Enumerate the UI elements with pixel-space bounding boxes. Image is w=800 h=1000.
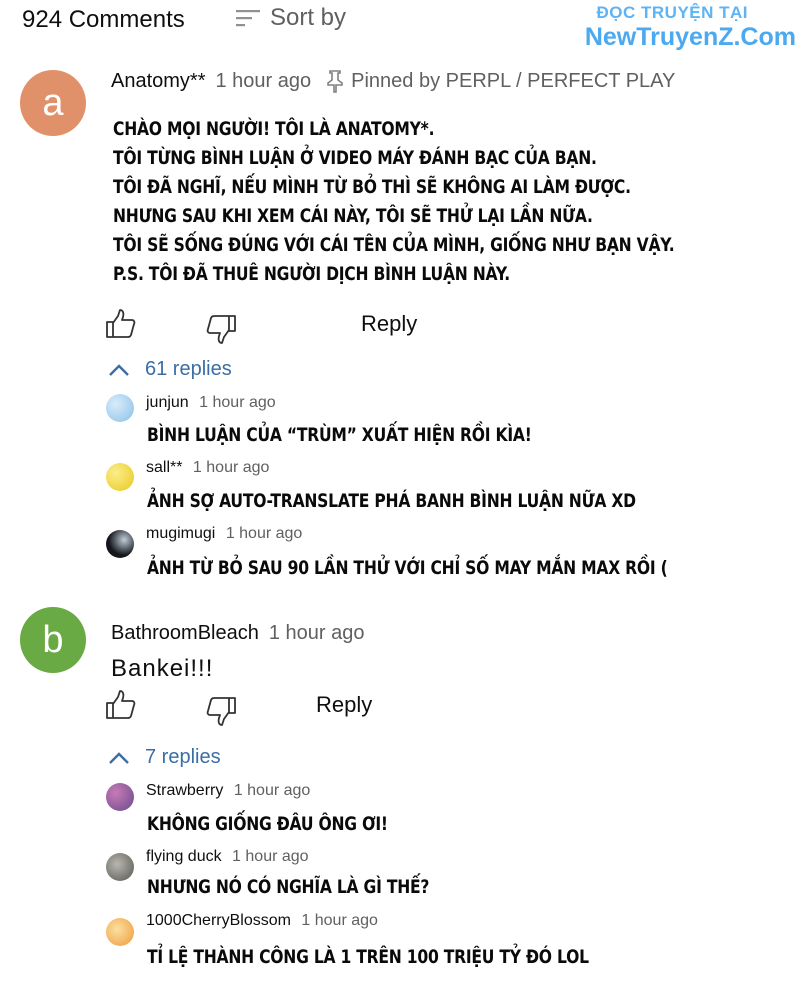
replies-toggle[interactable]: 61 replies [107,358,232,381]
replies-count: 7 replies [145,746,221,768]
thumbs-down-icon [206,315,236,344]
reply-button[interactable]: Reply [361,311,417,337]
reply-meta: flying duck 1 hour ago [146,848,309,866]
dislike-button[interactable] [205,313,237,345]
reply-text: Bình luận của “trùm” xuất hiện rồi kìa! [147,424,532,446]
comment-line: Nhưng sau khi xem cái này, tôi sẽ thử lạ… [113,205,593,227]
reply-author[interactable]: mugimugi [146,525,215,542]
comments-count: 924 Comments [22,6,185,33]
thumbs-up-icon [106,309,136,338]
reply-author[interactable]: junjun [146,394,189,411]
reply-text: Không giống đâu ông ơi! [147,813,388,835]
reply-meta: Strawberry 1 hour ago [146,782,310,800]
reply-time: 1 hour ago [301,912,378,929]
comment-line: P.S. Tôi đã thuê người dịch bình luận nà… [113,263,510,285]
site-watermark: ĐỌC TRUYỆN TẠI NewTruyenZ.Com [585,4,796,50]
chevron-up-icon [109,363,129,376]
reply-text: Tỉ lệ thành công là 1 trên 100 triệu tỷ … [147,946,589,968]
replies-count: 61 replies [145,358,232,380]
avatar[interactable]: a [20,70,86,136]
pinned-label: Pinned by PERPL / PERFECT PLAY [351,69,676,92]
avatar[interactable]: b [20,607,86,673]
comment-meta: Anatomy** 1 hour ago Pinned by PERPL / P… [111,69,675,93]
replies-toggle[interactable]: 7 replies [107,746,221,769]
avatar-letter: b [42,618,64,661]
reply-text: Ảnh từ bỏ sau 90 lần thử với chỉ số may … [147,557,668,579]
comment-line: Tôi sẽ sống đúng với cái tên của mình, g… [113,234,675,256]
comment-time: 1 hour ago [215,69,312,92]
reply-button[interactable]: Reply [316,692,372,718]
reply-meta: mugimugi 1 hour ago [146,525,302,543]
avatar-letter: a [42,81,64,124]
reply-author[interactable]: 1000CherryBlossom [146,912,291,929]
comment-author[interactable]: Anatomy** [111,70,206,93]
like-button[interactable] [105,308,137,340]
avatar[interactable] [106,783,134,811]
avatar[interactable] [106,853,134,881]
reply-time: 1 hour ago [233,782,311,799]
reply-time: 1 hour ago [232,848,309,865]
sort-icon [236,10,260,27]
reply-author[interactable]: sall** [146,459,182,476]
reply-meta: 1000CherryBlossom 1 hour ago [146,912,378,930]
comment-line: Tôi từng bình luận ở video máy đánh bạc … [113,147,597,169]
reply-author[interactable]: flying duck [146,848,222,865]
reply-time: 1 hour ago [199,394,276,411]
avatar[interactable] [106,530,134,558]
comment-time: 1 hour ago [268,622,365,644]
reply-meta: junjun 1 hour ago [146,394,276,412]
watermark-tagline: ĐỌC TRUYỆN TẠI [596,3,748,22]
reply-text: Nhưng nó có nghĩa là gì thế? [147,876,430,898]
avatar[interactable] [106,463,134,491]
sort-button[interactable]: Sort by [236,4,346,32]
comment-author[interactable]: BathroomBleach [111,622,259,645]
comment-line: Chào mọi người! Tôi là Anatomy*. [113,118,435,140]
avatar[interactable] [106,918,134,946]
reply-meta: sall** 1 hour ago [146,459,269,477]
reply-author[interactable]: Strawberry [146,782,223,799]
dislike-button[interactable] [205,695,237,727]
reply-time: 1 hour ago [192,459,270,476]
avatar[interactable] [106,394,134,422]
like-button[interactable] [105,689,137,721]
reply-time: 1 hour ago [225,525,303,542]
comment-meta: BathroomBleach 1 hour ago [111,622,365,645]
sort-label: Sort by [270,4,347,31]
comment-body: Chào mọi người! Tôi là Anatomy*. Tôi từn… [113,115,798,289]
chevron-up-icon [109,751,129,764]
pin-icon [327,70,343,93]
thumbs-down-icon [206,697,236,726]
pinned-badge: Pinned by PERPL / PERFECT PLAY [325,69,675,93]
thumbs-up-icon [106,690,136,719]
comment-line: Tôi đã nghĩ, nếu mình từ bỏ thì sẽ không… [113,176,631,198]
reply-text: Ảnh sợ auto-translate phá banh bình luận… [147,490,636,512]
comment-body: Bankei!!! [111,655,214,682]
watermark-site: NewTruyenZ.Com [584,23,796,51]
